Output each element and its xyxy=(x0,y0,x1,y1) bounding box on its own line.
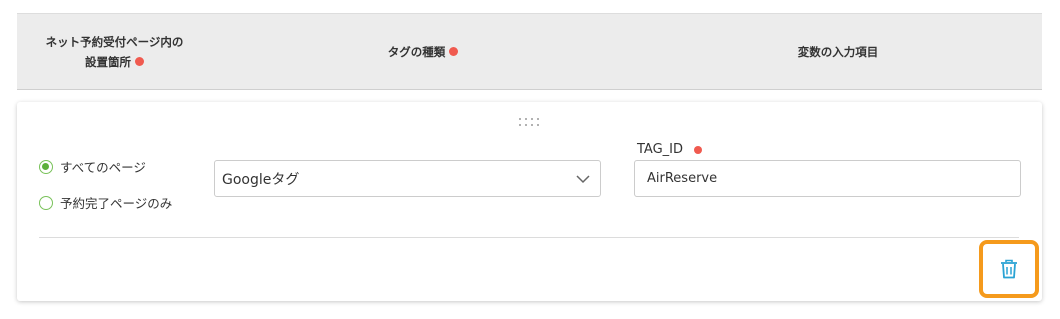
divider xyxy=(39,237,1019,238)
header-tag-type-label: タグの種類 xyxy=(387,45,446,59)
radio-reservation-complete-only[interactable]: 予約完了ページのみ xyxy=(39,193,172,212)
tag-type-select[interactable]: Googleタグ xyxy=(214,160,601,197)
chevron-down-icon xyxy=(576,175,590,184)
header-placement-line1: ネット予約受付ページ内の xyxy=(45,35,184,49)
trash-icon xyxy=(1001,259,1017,279)
required-dot xyxy=(449,47,459,56)
tag-row-card: すべてのページ 予約完了ページのみ Googleタグ TAG_ID xyxy=(17,102,1042,301)
header-placement: ネット予約受付ページ内の 設置箇所 xyxy=(17,14,212,90)
radio-unchecked-icon[interactable] xyxy=(39,195,53,210)
tag-type-select-value: Googleタグ xyxy=(222,171,300,188)
variable-field-label: TAG_ID xyxy=(637,142,703,157)
radio-reservation-complete-only-label: 予約完了ページのみ xyxy=(60,196,173,211)
required-dot xyxy=(694,145,703,154)
header-variable-input-label: 変数の入力項目 xyxy=(797,45,879,59)
tag-id-input[interactable] xyxy=(634,160,1021,197)
variable-field-label-text: TAG_ID xyxy=(637,142,684,157)
radio-all-pages[interactable]: すべてのページ xyxy=(39,157,146,176)
required-dot xyxy=(135,57,144,66)
header-tag-type: タグの種類 xyxy=(212,14,634,90)
header-placement-line2: 設置箇所 xyxy=(85,55,131,69)
header-variable-input: 変数の入力項目 xyxy=(634,14,1042,90)
radio-checked-icon[interactable] xyxy=(39,159,53,174)
radio-all-pages-label: すべてのページ xyxy=(60,160,146,175)
drag-handle-icon[interactable] xyxy=(519,116,543,128)
delete-row-button[interactable] xyxy=(979,240,1039,298)
table-header: ネット予約受付ページ内の 設置箇所 タグの種類 変数の入力項目 xyxy=(17,13,1042,90)
